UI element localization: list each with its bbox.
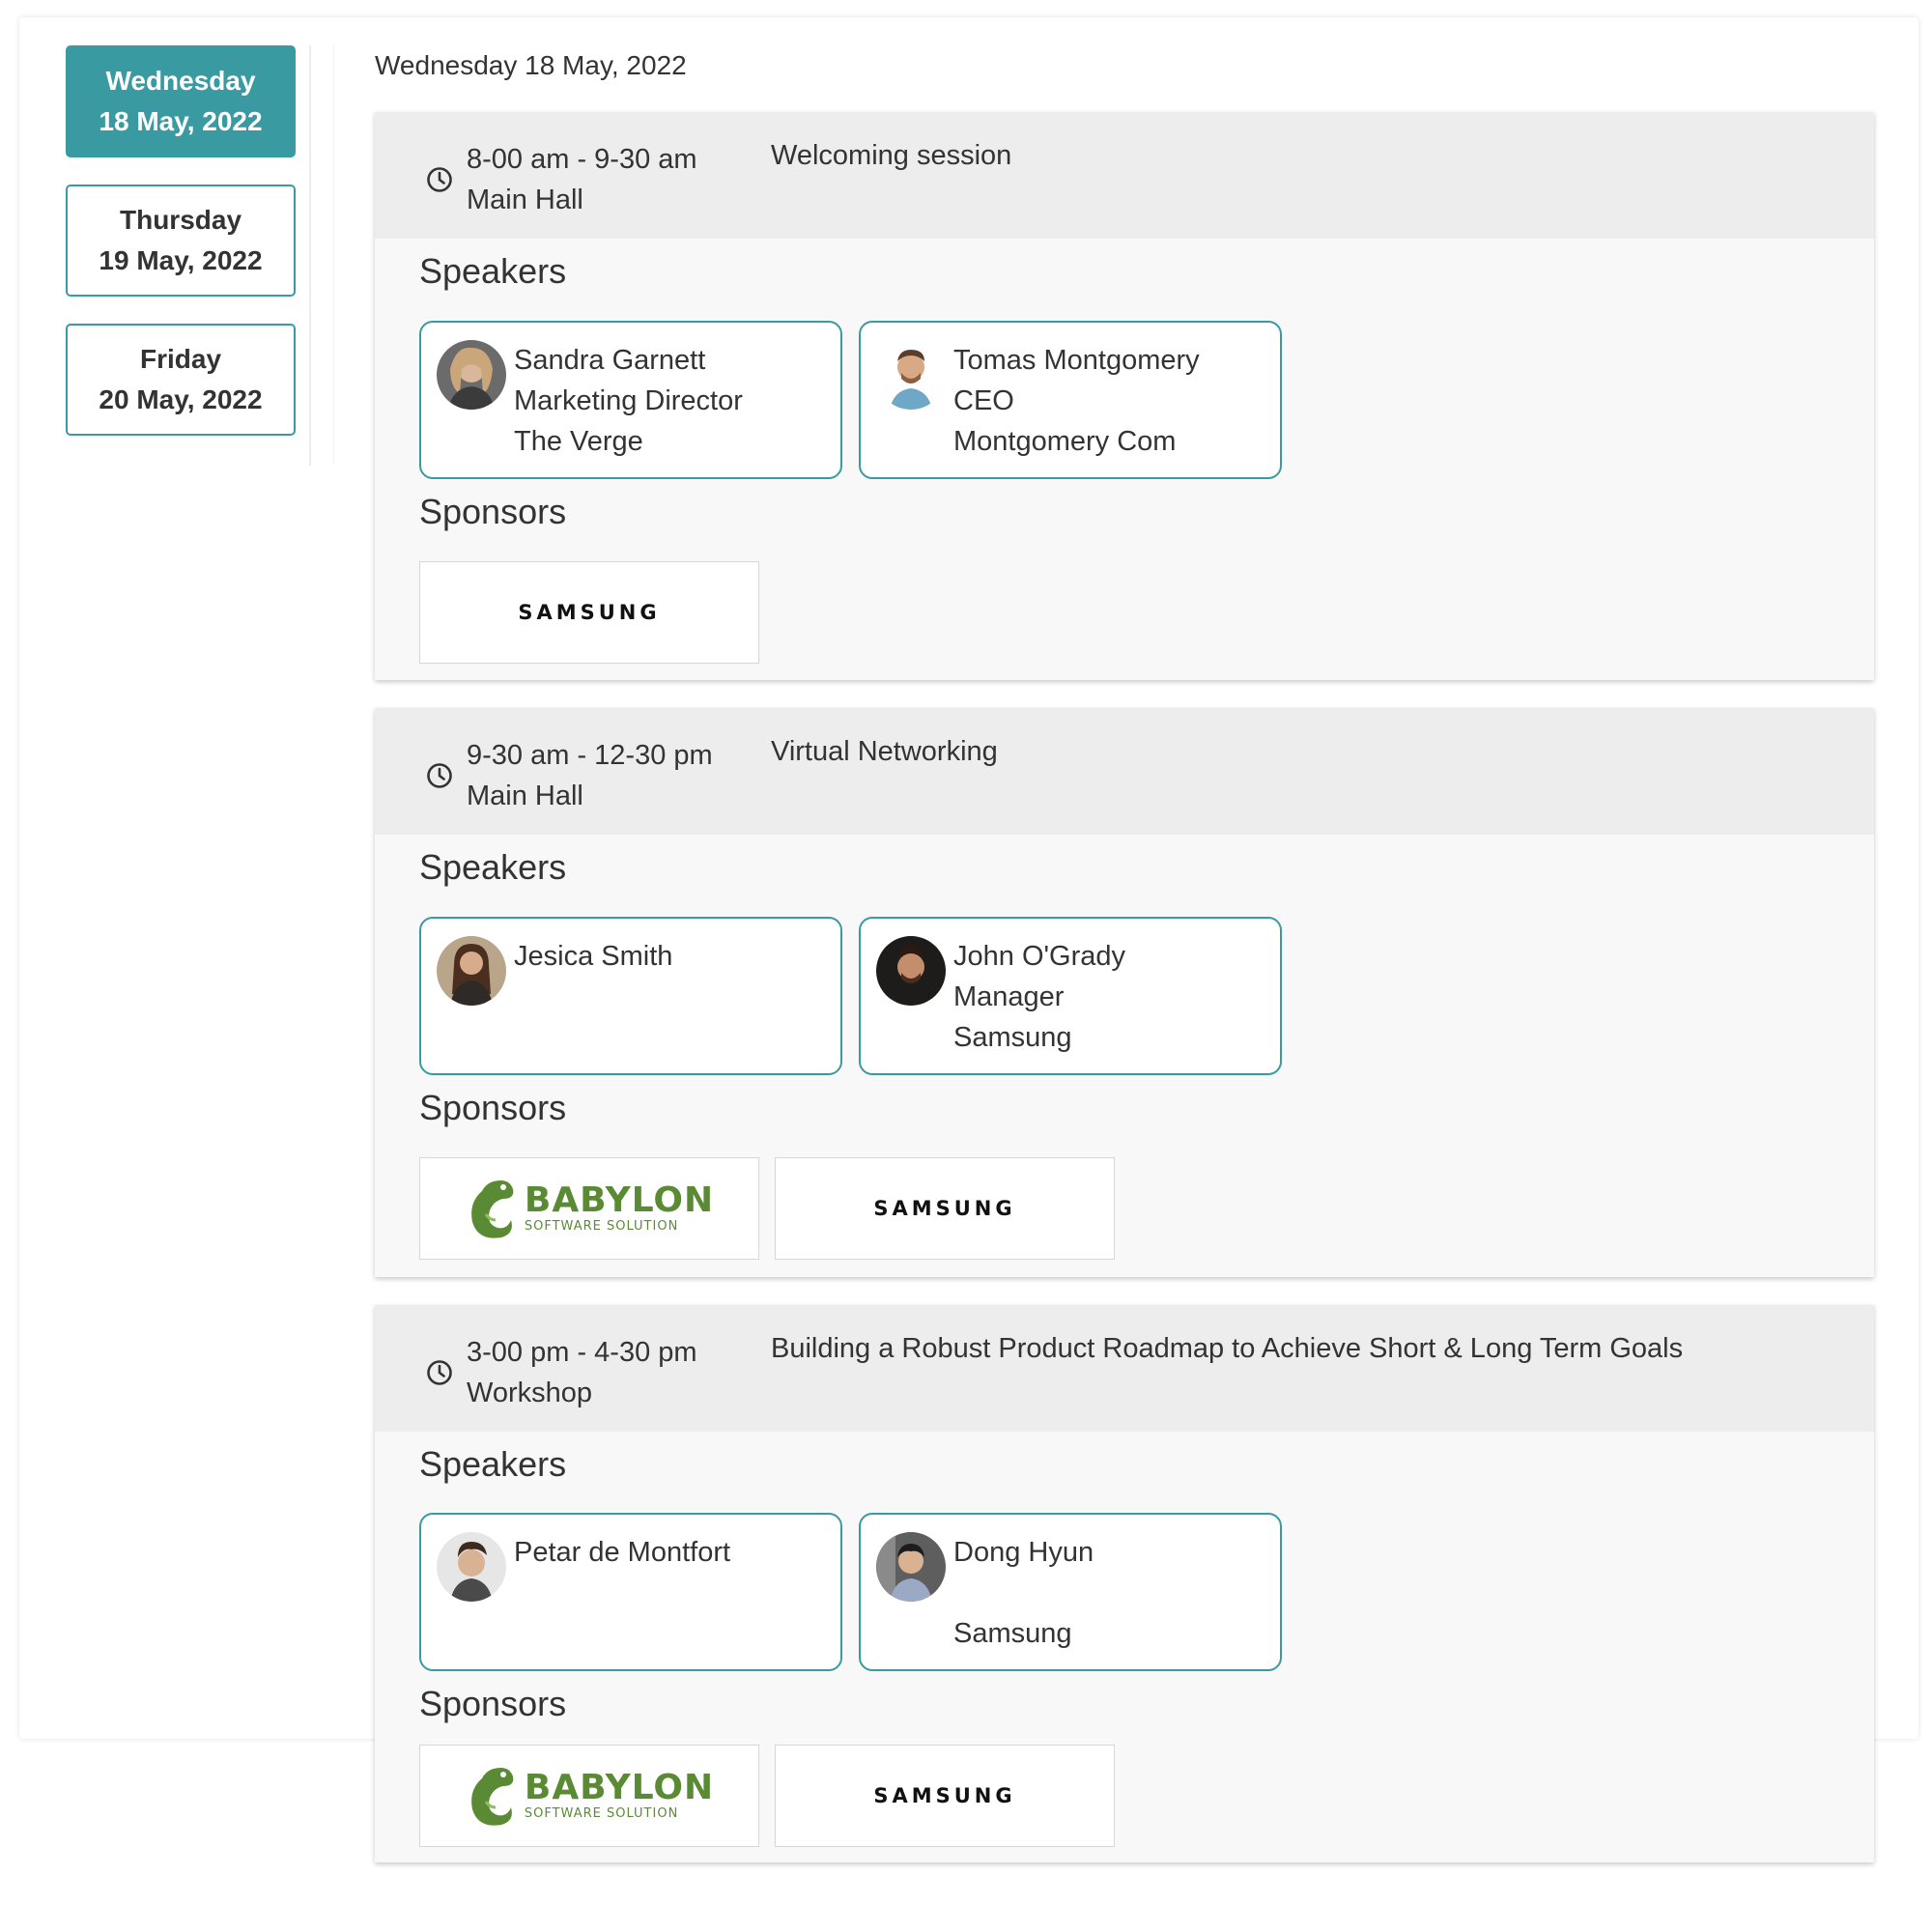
day-tabs: Wednesday 18 May, 2022 Thursday 19 May, …	[66, 45, 296, 463]
page-title: Wednesday 18 May, 2022	[375, 50, 687, 80]
session-title: Building a Robust Product Roadmap to Ach…	[771, 1333, 1684, 1364]
session-card: 9-30 am - 12-30 pm Main Hall Virtual Net…	[375, 708, 1874, 1277]
speaker-role: Manager	[953, 981, 1065, 1012]
session-location: Main Hall	[467, 185, 583, 215]
tab-divider	[309, 45, 334, 466]
speaker-name: Tomas Montgomery	[953, 345, 1200, 376]
session-header: 8-00 am - 9-30 am Main Hall Welcoming se…	[375, 112, 1874, 239]
speaker-info: Petar de Montfort	[514, 1532, 730, 1573]
gecko-icon	[470, 1768, 514, 1826]
session-time-location: 8-00 am - 9-30 am Main Hall	[467, 139, 697, 220]
avatar	[876, 936, 946, 1006]
speaker-info: Jesica Smith	[514, 936, 672, 977]
session-title: Virtual Networking	[771, 736, 998, 767]
speaker-role: Marketing Director	[514, 385, 743, 416]
speaker-card[interactable]: Sandra Garnett Marketing Director The Ve…	[419, 321, 842, 479]
session-location: Main Hall	[467, 781, 583, 811]
speakers-heading: Speakers	[419, 251, 567, 291]
babylon-logo: BABYLON SOFTWARE SOLUTION	[465, 1763, 714, 1829]
day-tab-weekday: Wednesday	[105, 66, 256, 96]
avatar	[437, 340, 506, 410]
avatar	[437, 936, 506, 1006]
clock-icon	[427, 1360, 452, 1385]
speaker-name: Jesica Smith	[514, 941, 673, 972]
session-card: 8-00 am - 9-30 am Main Hall Welcoming se…	[375, 112, 1874, 680]
speaker-role: CEO	[953, 385, 1014, 416]
day-tab-weekday: Thursday	[119, 205, 242, 235]
speaker-info: Sandra Garnett Marketing Director The Ve…	[514, 340, 743, 462]
session-location: Workshop	[467, 1378, 593, 1408]
session-header: 3-00 pm - 4-30 pm Workshop Building a Ro…	[375, 1305, 1874, 1432]
samsung-logo: SAMSUNG	[873, 1784, 1016, 1807]
gecko-icon	[470, 1180, 514, 1238]
day-tab-friday[interactable]: Friday 20 May, 2022	[66, 324, 296, 436]
babylon-logo: BABYLON SOFTWARE SOLUTION	[465, 1176, 714, 1241]
speaker-company: The Verge	[514, 426, 643, 457]
day-tab-thursday[interactable]: Thursday 19 May, 2022	[66, 185, 296, 297]
sponsors-heading: Sponsors	[419, 492, 567, 531]
clock-icon	[427, 167, 452, 192]
clock-icon	[427, 763, 452, 788]
babylon-logo-text: BABYLON	[524, 1768, 715, 1807]
speaker-info: Tomas Montgomery CEO Montgomery Com	[953, 340, 1200, 462]
speaker-card[interactable]: Jesica Smith	[419, 917, 842, 1075]
day-tab-date: 20 May, 2022	[99, 384, 263, 414]
speaker-role	[953, 1573, 1094, 1613]
sponsors-heading: Sponsors	[419, 1088, 567, 1127]
session-time: 8-00 am - 9-30 am	[467, 144, 697, 175]
sponsor-logo-babylon[interactable]: BABYLON SOFTWARE SOLUTION	[419, 1745, 759, 1847]
session-time-location: 3-00 pm - 4-30 pm Workshop	[467, 1332, 697, 1413]
speaker-info: Dong Hyun Samsung	[953, 1532, 1094, 1654]
session-title: Welcoming session	[771, 140, 1012, 171]
session-time: 9-30 am - 12-30 pm	[467, 740, 713, 771]
avatar	[437, 1532, 506, 1602]
sponsor-logo-samsung[interactable]: SAMSUNG	[775, 1745, 1115, 1847]
speaker-company: Samsung	[953, 1022, 1072, 1053]
avatar	[876, 340, 946, 410]
sponsor-logo-samsung[interactable]: SAMSUNG	[419, 561, 759, 664]
day-tab-date: 18 May, 2022	[99, 106, 263, 136]
session-time-location: 9-30 am - 12-30 pm Main Hall	[467, 735, 713, 816]
session-time: 3-00 pm - 4-30 pm	[467, 1337, 697, 1368]
babylon-logo-subtext: SOFTWARE SOLUTION	[524, 1806, 679, 1821]
session-card: 3-00 pm - 4-30 pm Workshop Building a Ro…	[375, 1305, 1874, 1862]
sponsors-heading: Sponsors	[419, 1684, 567, 1723]
day-tab-weekday: Friday	[139, 344, 222, 374]
speaker-name: Dong Hyun	[953, 1537, 1094, 1568]
speaker-name: Sandra Garnett	[514, 345, 706, 376]
speaker-name: Petar de Montfort	[514, 1537, 731, 1568]
babylon-logo-text: BABYLON	[524, 1180, 715, 1220]
speaker-info: John O'Grady Manager Samsung	[953, 936, 1125, 1058]
speaker-card[interactable]: Dong Hyun Samsung	[859, 1513, 1282, 1671]
speakers-heading: Speakers	[419, 1444, 567, 1484]
speaker-company: Montgomery Com	[953, 426, 1177, 457]
samsung-logo: SAMSUNG	[518, 601, 661, 624]
session-header: 9-30 am - 12-30 pm Main Hall Virtual Net…	[375, 708, 1874, 835]
sponsor-logo-samsung[interactable]: SAMSUNG	[775, 1157, 1115, 1260]
speakers-heading: Speakers	[419, 847, 567, 887]
speaker-name: John O'Grady	[953, 941, 1126, 972]
day-tab-wednesday[interactable]: Wednesday 18 May, 2022	[66, 45, 296, 157]
day-tab-date: 19 May, 2022	[99, 245, 263, 275]
speaker-card[interactable]: Tomas Montgomery CEO Montgomery Com	[859, 321, 1282, 479]
speaker-company: Samsung	[953, 1618, 1072, 1649]
avatar	[876, 1532, 946, 1602]
speaker-card[interactable]: John O'Grady Manager Samsung	[859, 917, 1282, 1075]
sponsor-logo-babylon[interactable]: BABYLON SOFTWARE SOLUTION	[419, 1157, 759, 1260]
samsung-logo: SAMSUNG	[873, 1197, 1016, 1220]
babylon-logo-subtext: SOFTWARE SOLUTION	[524, 1219, 679, 1234]
speaker-card[interactable]: Petar de Montfort	[419, 1513, 842, 1671]
